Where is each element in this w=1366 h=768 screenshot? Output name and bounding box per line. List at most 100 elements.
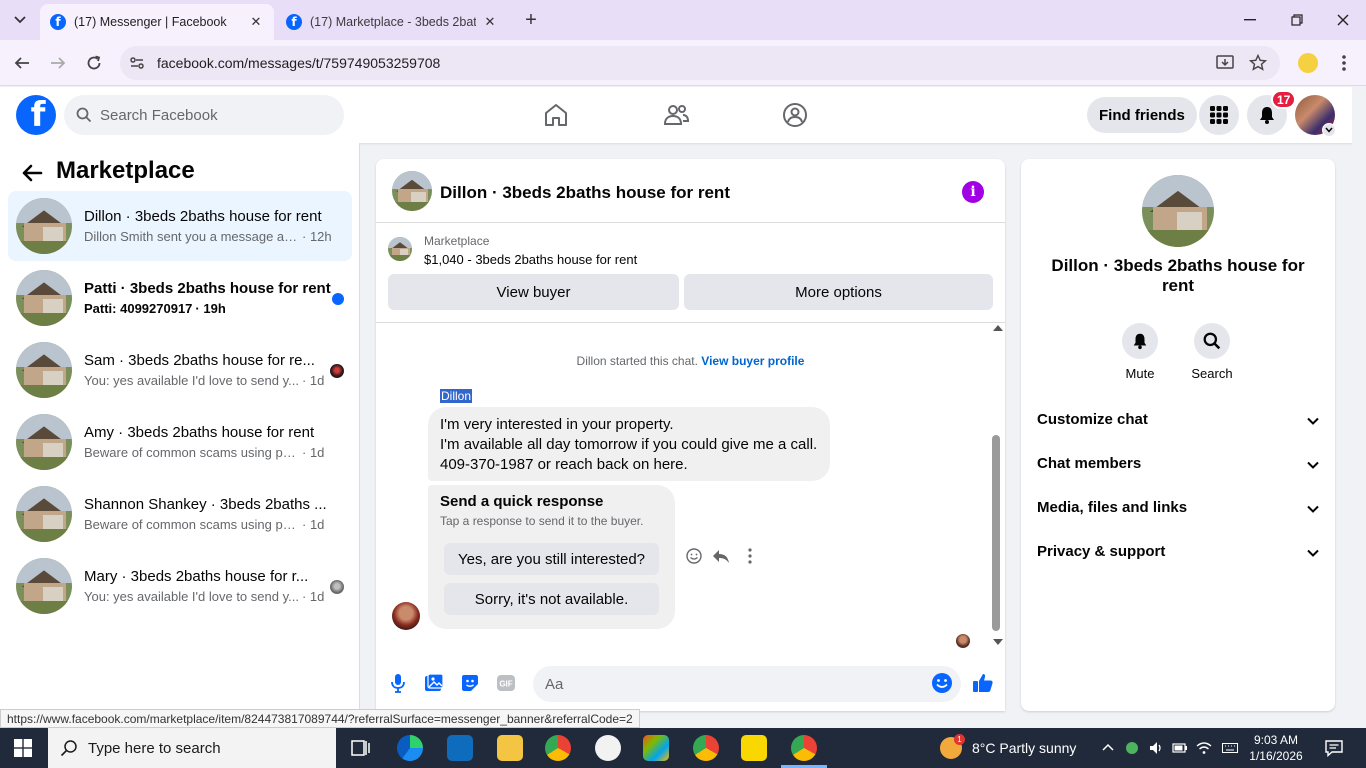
install-app-icon[interactable] — [1216, 54, 1234, 72]
chat-title[interactable]: Dillon · 3beds 2baths house for rent — [440, 183, 730, 203]
conversation-snippet: Beware of common scams using pay... · 1d — [84, 445, 334, 460]
photo-icon[interactable] — [423, 672, 445, 694]
emoji-icon[interactable] — [931, 672, 953, 694]
mute-button[interactable]: Mute — [1110, 323, 1170, 381]
chevron-down-icon — [1307, 505, 1319, 513]
volume-icon[interactable] — [1148, 740, 1164, 756]
more-vertical-icon[interactable] — [741, 547, 759, 565]
conversation-item[interactable]: Amy · 3beds 2baths house for rent Beware… — [8, 407, 352, 477]
network-status-icon[interactable] — [1124, 740, 1140, 756]
task-view-icon[interactable] — [347, 735, 373, 761]
notification-center-icon[interactable] — [1325, 739, 1343, 757]
keyboard-icon[interactable] — [1222, 740, 1238, 756]
weather-text[interactable]: 8°C Partly sunny — [972, 740, 1076, 756]
chat-scrollbar[interactable] — [990, 323, 1003, 649]
page-scrollbar[interactable] — [1352, 87, 1366, 728]
sticker-icon[interactable] — [459, 672, 481, 694]
reload-button[interactable] — [82, 51, 106, 75]
forward-button[interactable] — [46, 51, 70, 75]
microphone-icon[interactable] — [387, 672, 409, 694]
new-tab-button[interactable]: + — [520, 9, 542, 31]
file-explorer-icon[interactable] — [497, 735, 523, 761]
more-options-button[interactable]: More options — [684, 274, 993, 310]
reply-icon[interactable] — [712, 547, 730, 565]
facebook-search[interactable] — [64, 95, 344, 135]
office-icon[interactable] — [643, 735, 669, 761]
site-settings-icon[interactable] — [128, 54, 146, 72]
scroll-down-arrow[interactable] — [993, 639, 1003, 645]
apps-grid-icon — [1210, 106, 1228, 124]
conversation-item[interactable]: Mary · 3beds 2baths house for r... You: … — [8, 551, 352, 621]
close-window-button[interactable] — [1333, 10, 1353, 30]
scroll-up-arrow[interactable] — [993, 325, 1003, 331]
conversation-item[interactable]: Patti · 3beds 2baths house for rent Patt… — [8, 263, 352, 333]
close-tab-icon[interactable]: ✕ — [482, 14, 498, 30]
chat-members-section[interactable]: Chat members — [1029, 443, 1327, 487]
chrome-active-icon[interactable] — [791, 735, 817, 761]
conversation-item[interactable]: Sam · 3beds 2baths house for re... You: … — [8, 335, 352, 405]
find-friends-button[interactable]: Find friends — [1087, 97, 1197, 133]
listing-title[interactable]: $1,040 - 3beds 2baths house for rent — [424, 252, 637, 267]
menu-button[interactable] — [1199, 95, 1239, 135]
listing-thumbnail[interactable] — [388, 237, 412, 261]
message-input[interactable] — [533, 666, 961, 702]
friends-icon[interactable] — [662, 101, 690, 129]
like-thumbs-up-icon[interactable] — [972, 672, 994, 694]
search-label: Search — [1191, 366, 1233, 381]
conversation-preview: Beware of common scams using pay... — [84, 517, 299, 532]
scroll-thumb[interactable] — [992, 435, 1000, 631]
gif-icon[interactable]: GIF — [495, 672, 517, 694]
chrome-icon[interactable] — [545, 735, 571, 761]
system-clock[interactable]: 9:03 AM 1/16/2026 — [1248, 732, 1304, 764]
address-bar[interactable]: facebook.com/messages/t/759749053259708 — [120, 46, 1280, 80]
browser-tab-bar: f (17) Messenger | Facebook ✕ f (17) Mar… — [0, 0, 1366, 40]
account-menu-button[interactable] — [1322, 123, 1336, 137]
conversation-item[interactable]: Dillon · 3beds 2baths house for rent Dil… — [8, 191, 352, 261]
minimize-button[interactable] — [1240, 10, 1260, 30]
battery-icon[interactable] — [1172, 740, 1188, 756]
edge-browser-icon[interactable] — [397, 735, 423, 761]
back-button[interactable] — [10, 51, 34, 75]
listing-thumbnail-large[interactable] — [1142, 175, 1214, 247]
sender-avatar[interactable] — [392, 602, 420, 630]
sticky-notes-icon[interactable] — [741, 735, 767, 761]
conversation-item[interactable]: Shannon Shankey · 3beds 2baths ... Bewar… — [8, 479, 352, 549]
restore-button[interactable] — [1287, 10, 1307, 30]
taskbar-search[interactable]: Type here to search — [48, 728, 336, 768]
privacy-support-section[interactable]: Privacy & support — [1029, 531, 1327, 575]
mute-label: Mute — [1125, 366, 1155, 381]
bookmark-star-icon[interactable] — [1249, 54, 1267, 72]
chrome-profile-icon[interactable] — [693, 735, 719, 761]
search-in-conversation-button[interactable]: Search — [1182, 323, 1242, 381]
chat-thumbnail[interactable] — [392, 171, 432, 211]
home-icon[interactable] — [542, 101, 570, 129]
section-label: Privacy & support — [1037, 543, 1166, 560]
browser-tab-marketplace[interactable]: f (17) Marketplace - 3beds 2baths house … — [276, 4, 508, 40]
tab-search-button[interactable] — [8, 8, 32, 32]
tray-overflow-chevron-icon[interactable] — [1100, 740, 1116, 756]
extension-icon[interactable] — [1298, 53, 1318, 73]
wifi-icon[interactable] — [1196, 740, 1212, 756]
view-buyer-button[interactable]: View buyer — [388, 274, 679, 310]
quick-reply-button[interactable]: Sorry, it's not available. — [444, 583, 659, 615]
customize-chat-section[interactable]: Customize chat — [1029, 399, 1327, 443]
message-bubble[interactable]: I'm very interested in your property. I'… — [428, 407, 830, 481]
groups-icon[interactable] — [781, 101, 809, 129]
media-files-links-section[interactable]: Media, files and links — [1029, 487, 1327, 531]
browser-menu-icon[interactable] — [1336, 53, 1352, 73]
facebook-logo-icon[interactable]: f — [16, 95, 56, 135]
browser-tab-messenger[interactable]: f (17) Messenger | Facebook ✕ — [40, 4, 274, 40]
info-icon[interactable]: i — [962, 181, 984, 203]
outlook-icon[interactable] — [447, 735, 473, 761]
react-smiley-icon[interactable] — [685, 547, 703, 565]
quick-reply-button[interactable]: Yes, are you still interested? — [444, 543, 659, 575]
paint-icon[interactable] — [595, 735, 621, 761]
url-text[interactable]: facebook.com/messages/t/759749053259708 — [157, 55, 440, 71]
close-tab-icon[interactable]: ✕ — [248, 14, 264, 30]
search-input[interactable] — [100, 95, 330, 135]
windows-start-icon[interactable] — [14, 739, 32, 757]
view-buyer-profile-link[interactable]: View buyer profile — [701, 354, 804, 368]
conversation-preview: You: yes available I'd love to send y... — [84, 373, 299, 388]
back-arrow-icon[interactable] — [20, 161, 44, 185]
marketplace-label: Marketplace — [424, 234, 490, 248]
